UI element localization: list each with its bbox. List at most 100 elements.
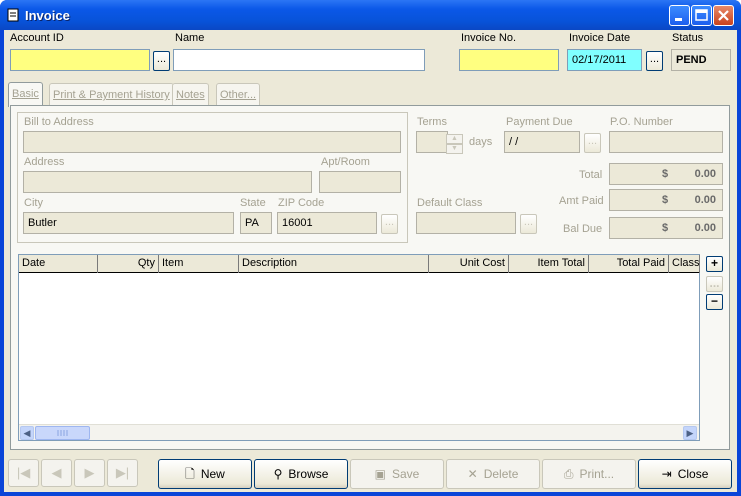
name-field[interactable]	[173, 49, 425, 71]
invoice-date-label: Invoice Date	[569, 32, 631, 44]
grid-horizontal-scrollbar[interactable]: ◀ ▶	[19, 424, 699, 440]
account-id-field[interactable]	[10, 49, 150, 71]
last-record-button[interactable]: ▶|	[107, 459, 138, 487]
spin-up-icon[interactable]: ▲	[446, 134, 463, 144]
previous-record-button[interactable]: ◀	[41, 459, 72, 487]
window-title: Invoice	[25, 8, 70, 23]
invoice-no-label: Invoice No.	[461, 32, 517, 44]
account-id-label: Account ID	[10, 32, 64, 44]
bill-to-label: Bill to Address	[24, 116, 94, 128]
maximize-icon	[695, 9, 708, 21]
state-field[interactable]: PA	[240, 212, 272, 234]
document-icon	[7, 8, 19, 22]
binoculars-icon: ⚲	[273, 467, 283, 481]
title-bar[interactable]: Invoice	[0, 0, 741, 30]
minimize-icon	[675, 18, 682, 21]
col-total-paid[interactable]: Total Paid	[589, 255, 669, 273]
zip-lookup-button[interactable]: ...	[381, 214, 398, 234]
apt-room-label: Apt/Room	[321, 156, 370, 168]
print-button[interactable]: ⎙ Print...	[542, 459, 636, 489]
city-label: City	[24, 197, 43, 209]
save-button-label: Save	[391, 467, 420, 481]
col-class[interactable]: Class	[669, 255, 700, 273]
col-date[interactable]: Date	[19, 255, 98, 273]
invoice-window: Invoice Account ID ... Name Invoice No. …	[0, 0, 741, 496]
next-record-button[interactable]: ▶	[74, 459, 105, 487]
close-icon	[718, 10, 729, 21]
payment-due-picker-button[interactable]: ...	[584, 133, 601, 153]
status-field: PEND	[671, 49, 731, 71]
bal-due-label: Bal Due	[563, 223, 603, 235]
exit-door-icon: ⇥	[661, 467, 672, 481]
address-label: Address	[24, 156, 65, 168]
scroll-right-icon[interactable]: ▶	[683, 426, 697, 440]
delete-x-icon: ✕	[467, 467, 478, 481]
tab-print-payment-history[interactable]: Print & Payment History	[49, 83, 174, 107]
bill-to-field[interactable]	[23, 131, 401, 153]
address-field[interactable]	[23, 171, 312, 193]
days-label: days	[469, 136, 493, 148]
col-item-total[interactable]: Item Total	[509, 255, 589, 273]
zip-code-label: ZIP Code	[278, 197, 325, 209]
account-browse-button[interactable]: ...	[153, 51, 170, 71]
maximize-button[interactable]	[691, 5, 712, 26]
minimize-button[interactable]	[669, 5, 690, 26]
add-row-button[interactable]: +	[706, 256, 723, 272]
payment-due-field[interactable]: / /	[504, 131, 580, 153]
name-label: Name	[175, 32, 205, 44]
browse-button[interactable]: ⚲ Browse	[254, 459, 348, 489]
invoice-date-picker-button[interactable]: ...	[646, 51, 663, 71]
payment-due-label: Payment Due	[506, 116, 573, 128]
close-button[interactable]: ⇥ Close	[638, 459, 732, 489]
total-currency: $	[662, 168, 669, 180]
city-field[interactable]: Butler	[23, 212, 234, 234]
invoice-no-field[interactable]	[459, 49, 559, 71]
close-window-button[interactable]	[713, 5, 734, 26]
status-label: Status	[672, 32, 704, 44]
terms-label: Terms	[417, 116, 447, 128]
tab-basic[interactable]: Basic	[8, 82, 43, 107]
default-class-field[interactable]	[416, 212, 516, 234]
remove-row-button[interactable]: −	[706, 294, 723, 310]
delete-button[interactable]: ✕ Delete	[446, 459, 540, 489]
zip-code-field[interactable]: 16001	[277, 212, 377, 234]
grid-header: Date Qty Item Description Unit Cost Item…	[19, 255, 700, 273]
close-button-label: Close	[677, 467, 709, 481]
new-button[interactable]: 🗋 New	[158, 459, 252, 489]
action-bar: |◀ ◀ ▶ ▶| 🗋 New ⚲ Browse ▣ Save ✕ Delete ⎙ Pr…	[4, 453, 737, 492]
invoice-date-field[interactable]: 02/17/2011	[567, 49, 642, 71]
col-qty[interactable]: Qty	[98, 255, 159, 273]
client-area: Account ID ... Name Invoice No. Invoice …	[4, 30, 737, 492]
amt-paid-label: Amt Paid	[559, 195, 604, 207]
state-label: State	[240, 197, 266, 209]
invoice-items-grid[interactable]: Date Qty Item Description Unit Cost Item…	[18, 254, 700, 441]
first-record-button[interactable]: |◀	[8, 459, 39, 487]
new-document-icon: 🗋	[185, 467, 195, 481]
printer-icon: ⎙	[563, 467, 574, 481]
save-button[interactable]: ▣ Save	[350, 459, 444, 489]
spin-down-icon[interactable]: ▼	[446, 144, 463, 154]
total-value: 0.00	[694, 168, 716, 180]
apt-room-field[interactable]	[319, 171, 401, 193]
terms-spinner[interactable]: ▲ ▼	[446, 134, 463, 154]
po-number-label: P.O. Number	[610, 116, 673, 128]
col-description[interactable]: Description	[239, 255, 429, 273]
tab-notes[interactable]: Notes	[172, 83, 209, 107]
bal-due-field: $ 0.00	[609, 217, 723, 239]
scroll-thumb[interactable]	[35, 426, 90, 440]
save-disk-icon: ▣	[374, 467, 386, 481]
default-class-label: Default Class	[417, 197, 483, 209]
bal-due-currency: $	[662, 222, 669, 234]
po-number-field[interactable]	[609, 131, 723, 153]
amt-paid-field: $ 0.00	[609, 189, 723, 211]
scroll-left-icon[interactable]: ◀	[20, 426, 34, 440]
col-unit-cost[interactable]: Unit Cost	[429, 255, 509, 273]
col-item[interactable]: Item	[159, 255, 239, 273]
browse-button-label: Browse	[288, 467, 329, 481]
new-button-label: New	[200, 467, 225, 481]
edit-row-button[interactable]: ...	[706, 276, 723, 292]
delete-button-label: Delete	[483, 467, 519, 481]
tab-other[interactable]: Other...	[216, 83, 261, 107]
terms-field[interactable]	[416, 131, 448, 153]
default-class-browse-button[interactable]: ...	[520, 214, 537, 234]
